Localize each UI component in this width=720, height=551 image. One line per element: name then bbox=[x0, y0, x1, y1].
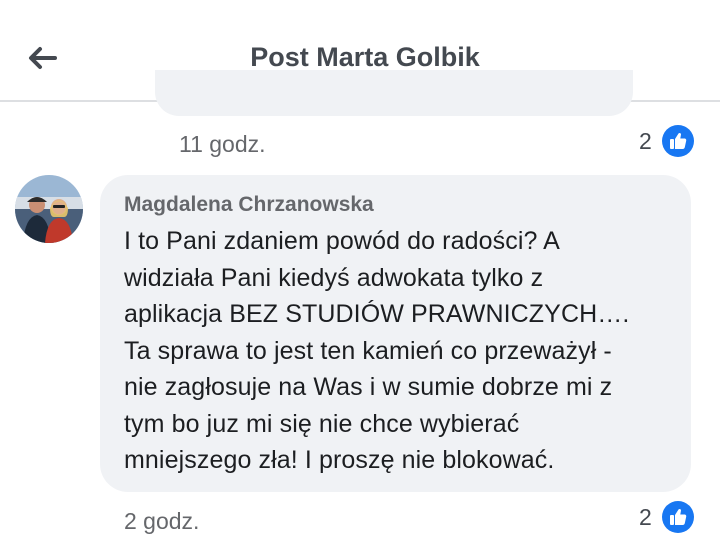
avatar[interactable] bbox=[15, 175, 83, 243]
like-thumb-icon[interactable] bbox=[661, 501, 694, 533]
comment-line: nie zagłosuje na Was i w sumie dobrze mi… bbox=[124, 373, 613, 401]
previous-comment-bubble bbox=[155, 70, 633, 116]
like-thumb-icon[interactable] bbox=[661, 125, 694, 157]
page-title: Post Marta Golbik bbox=[250, 42, 480, 72]
comment-text: I to Pani zdaniem powód do radości? A wi… bbox=[124, 223, 667, 479]
comment-time[interactable]: 2 godz. bbox=[124, 508, 199, 535]
comment-line: tym bo juz mi się nie chce wybierać bbox=[124, 409, 520, 438]
previous-comment-reactions[interactable]: 2 bbox=[639, 125, 694, 157]
comment-line: aplikacja BEZ STUDIÓW PRAWNICZYCH…. bbox=[124, 300, 630, 328]
previous-comment-time[interactable]: 11 godz. bbox=[179, 131, 266, 158]
previous-comment-like-count: 2 bbox=[639, 127, 652, 154]
comment-author[interactable]: Magdalena Chrzanowska bbox=[124, 193, 667, 217]
comment-reactions[interactable]: 2 bbox=[639, 501, 694, 533]
comment-line: I to Pani zdaniem powód do radości? A bbox=[124, 227, 560, 255]
comment-line: Ta sprawa to jest ten kamień co przeważy… bbox=[124, 336, 612, 365]
comment-like-count: 2 bbox=[639, 503, 652, 530]
comment-line: mniejszego zła! I proszę nie blokować. bbox=[124, 446, 555, 474]
comment-bubble: Magdalena Chrzanowska I to Pani zdaniem … bbox=[100, 175, 691, 492]
comment-line: widziała Pani kiedyś adwokata tylko z bbox=[124, 263, 544, 292]
